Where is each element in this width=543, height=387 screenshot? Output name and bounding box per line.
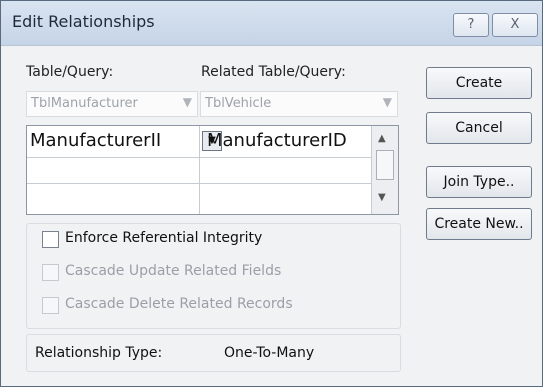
table-query-value: TblManufacturer: [31, 96, 138, 111]
grid-divider: [27, 157, 371, 158]
related-field-cell[interactable]: ManufacturerID: [207, 130, 369, 151]
relationship-type-box: Relationship Type: One-To-Many: [26, 334, 401, 372]
grid-divider: [199, 126, 200, 214]
title-bar: Edit Relationships ? X: [1, 1, 542, 46]
related-table-query-label: Related Table/Query:: [201, 64, 346, 80]
cascade-update-label: Cascade Update Related Fields: [65, 263, 282, 279]
cancel-button[interactable]: Cancel: [426, 112, 532, 144]
cascade-delete-checkbox[interactable]: [42, 297, 59, 314]
scroll-thumb[interactable]: [376, 150, 394, 180]
help-icon: ?: [467, 17, 475, 32]
enforce-integrity-label: Enforce Referential Integrity: [65, 230, 263, 246]
close-icon: X: [510, 17, 520, 32]
help-button[interactable]: ?: [453, 13, 489, 37]
relationship-type-label: Relationship Type:: [35, 345, 163, 361]
cascade-delete-label: Cascade Delete Related Records: [65, 296, 293, 312]
join-type-button[interactable]: Join Type..: [426, 166, 532, 198]
chevron-down-icon: ▼: [382, 95, 392, 109]
close-button[interactable]: X: [492, 13, 538, 37]
integrity-options-group: Enforce Referential Integrity Cascade Up…: [26, 223, 401, 329]
scroll-down-icon[interactable]: ▼: [378, 192, 386, 203]
primary-field-cell[interactable]: [30, 186, 198, 208]
table-query-label: Table/Query:: [26, 64, 114, 80]
scroll-up-icon[interactable]: ▲: [378, 133, 386, 144]
field-mapping-grid: ManufacturerII ▼ ManufacturerID ▲ ▼: [26, 125, 399, 215]
window-title: Edit Relationships: [12, 12, 155, 31]
chevron-down-icon: ▼: [182, 95, 192, 109]
related-field-cell[interactable]: [203, 186, 369, 208]
table-query-select[interactable]: TblManufacturer ▼: [26, 91, 198, 117]
create-button[interactable]: Create: [426, 67, 532, 99]
primary-field-cell[interactable]: [30, 160, 198, 182]
grid-divider: [27, 183, 371, 184]
enforce-integrity-checkbox[interactable]: [42, 231, 59, 248]
related-field-cell[interactable]: [203, 160, 369, 182]
primary-field-cell[interactable]: ManufacturerII: [30, 130, 198, 151]
create-new-button[interactable]: Create New..: [426, 208, 532, 240]
relationship-type-value: One-To-Many: [224, 345, 315, 361]
related-table-query-select[interactable]: TblVehicle ▼: [200, 91, 398, 117]
grid-scrollbar[interactable]: ▲ ▼: [371, 126, 398, 214]
related-table-query-value: TblVehicle: [205, 96, 272, 111]
cascade-update-checkbox[interactable]: [42, 264, 59, 281]
edit-relationships-dialog: Edit Relationships ? X Table/Query: Rela…: [0, 0, 543, 387]
